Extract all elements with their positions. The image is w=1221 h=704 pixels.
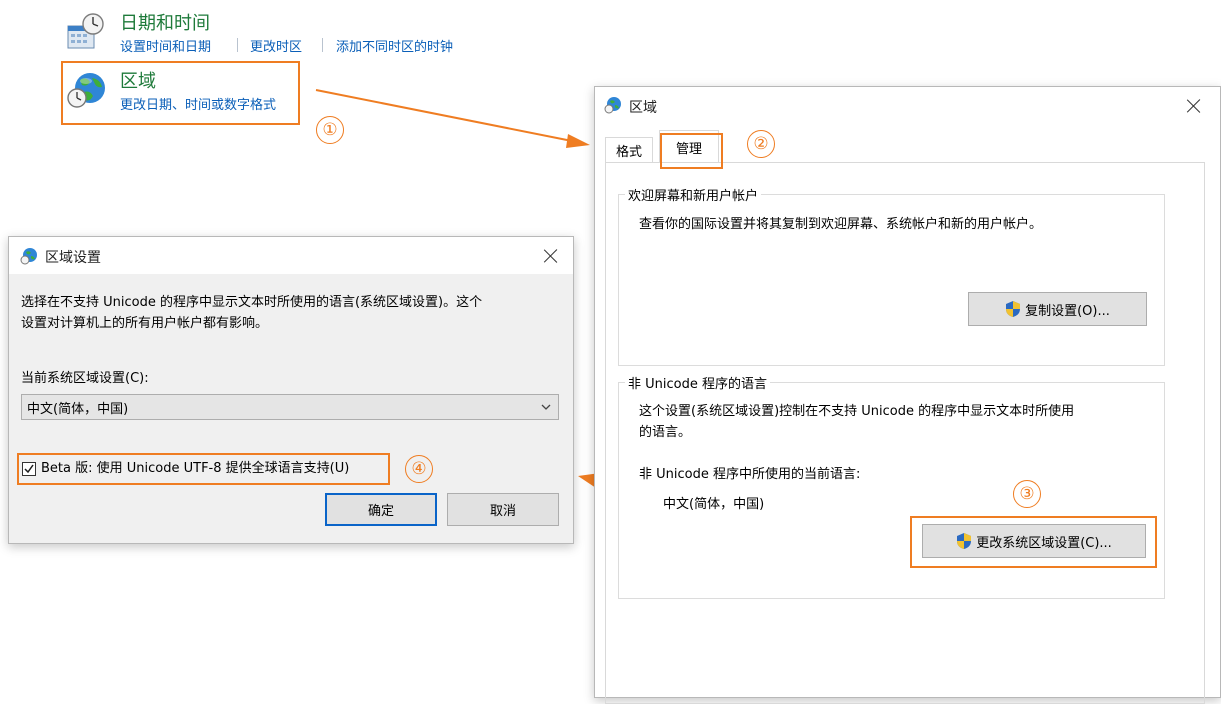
ok-button[interactable]: 确定: [325, 493, 437, 526]
current-locale-label: 当前系统区域设置(C):: [21, 371, 149, 386]
dialog-close-icon[interactable]: [543, 248, 559, 264]
nonunicode-description-line1: 这个设置(系统区域设置)控制在不支持 Unicode 的程序中显示文本时所使用: [639, 404, 1075, 419]
copy-settings-button-label: 复制设置(O)...: [1025, 303, 1110, 319]
dialog-description-line1: 选择在不支持 Unicode 的程序中显示文本时所使用的语言(系统区域设置)。这…: [21, 295, 483, 310]
current-language-label: 非 Unicode 程序中所使用的当前语言:: [639, 467, 861, 482]
cancel-button[interactable]: 取消: [447, 493, 559, 526]
beta-checkbox-highlight-box: [17, 453, 390, 485]
current-language-value: 中文(简体，中国): [663, 497, 765, 512]
system-locale-select-value: 中文(简体，中国): [27, 401, 129, 417]
region-window-globe-icon: [604, 96, 622, 114]
change-locale-highlight-box: [910, 516, 1157, 568]
tab-formats[interactable]: 格式: [605, 137, 653, 163]
nonunicode-group-label: 非 Unicode 程序的语言: [625, 373, 770, 392]
step-3-badge: ③: [1013, 480, 1041, 508]
system-locale-select[interactable]: 中文(简体，中国): [21, 394, 559, 420]
dialog-description-line2: 设置对计算机上的所有用户帐户都有影响。: [21, 316, 269, 331]
region-window-close-icon[interactable]: [1186, 98, 1202, 114]
step-2-badge: ②: [747, 130, 775, 158]
arrow-head-1: [566, 134, 590, 148]
region-settings-dialog: 区域设置 选择在不支持 Unicode 的程序中显示文本时所使用的语言(系统区域…: [8, 236, 574, 544]
welcome-screen-group-label: 欢迎屏幕和新用户帐户: [625, 185, 762, 204]
welcome-description: 查看你的国际设置并将其复制到欢迎屏幕、系统帐户和新的用户帐户。: [639, 217, 1043, 232]
step-4-badge: ④: [405, 455, 433, 483]
admin-tab-highlight-box: [660, 133, 723, 169]
region-window: 区域 格式 管理 ② 欢迎屏幕和新用户帐户 查看你的国际设置并将其复制到欢迎屏幕…: [594, 86, 1221, 704]
arrow-to-region-window: [315, 89, 573, 142]
dialog-title: 区域设置: [45, 250, 101, 266]
copy-settings-button[interactable]: 复制设置(O)...: [968, 292, 1147, 326]
chevron-down-icon: [541, 404, 551, 410]
uac-shield-icon: [1006, 301, 1021, 317]
region-window-title: 区域: [629, 100, 657, 116]
nonunicode-description-line2: 的语言。: [639, 425, 692, 440]
dialog-globe-icon: [20, 247, 38, 265]
